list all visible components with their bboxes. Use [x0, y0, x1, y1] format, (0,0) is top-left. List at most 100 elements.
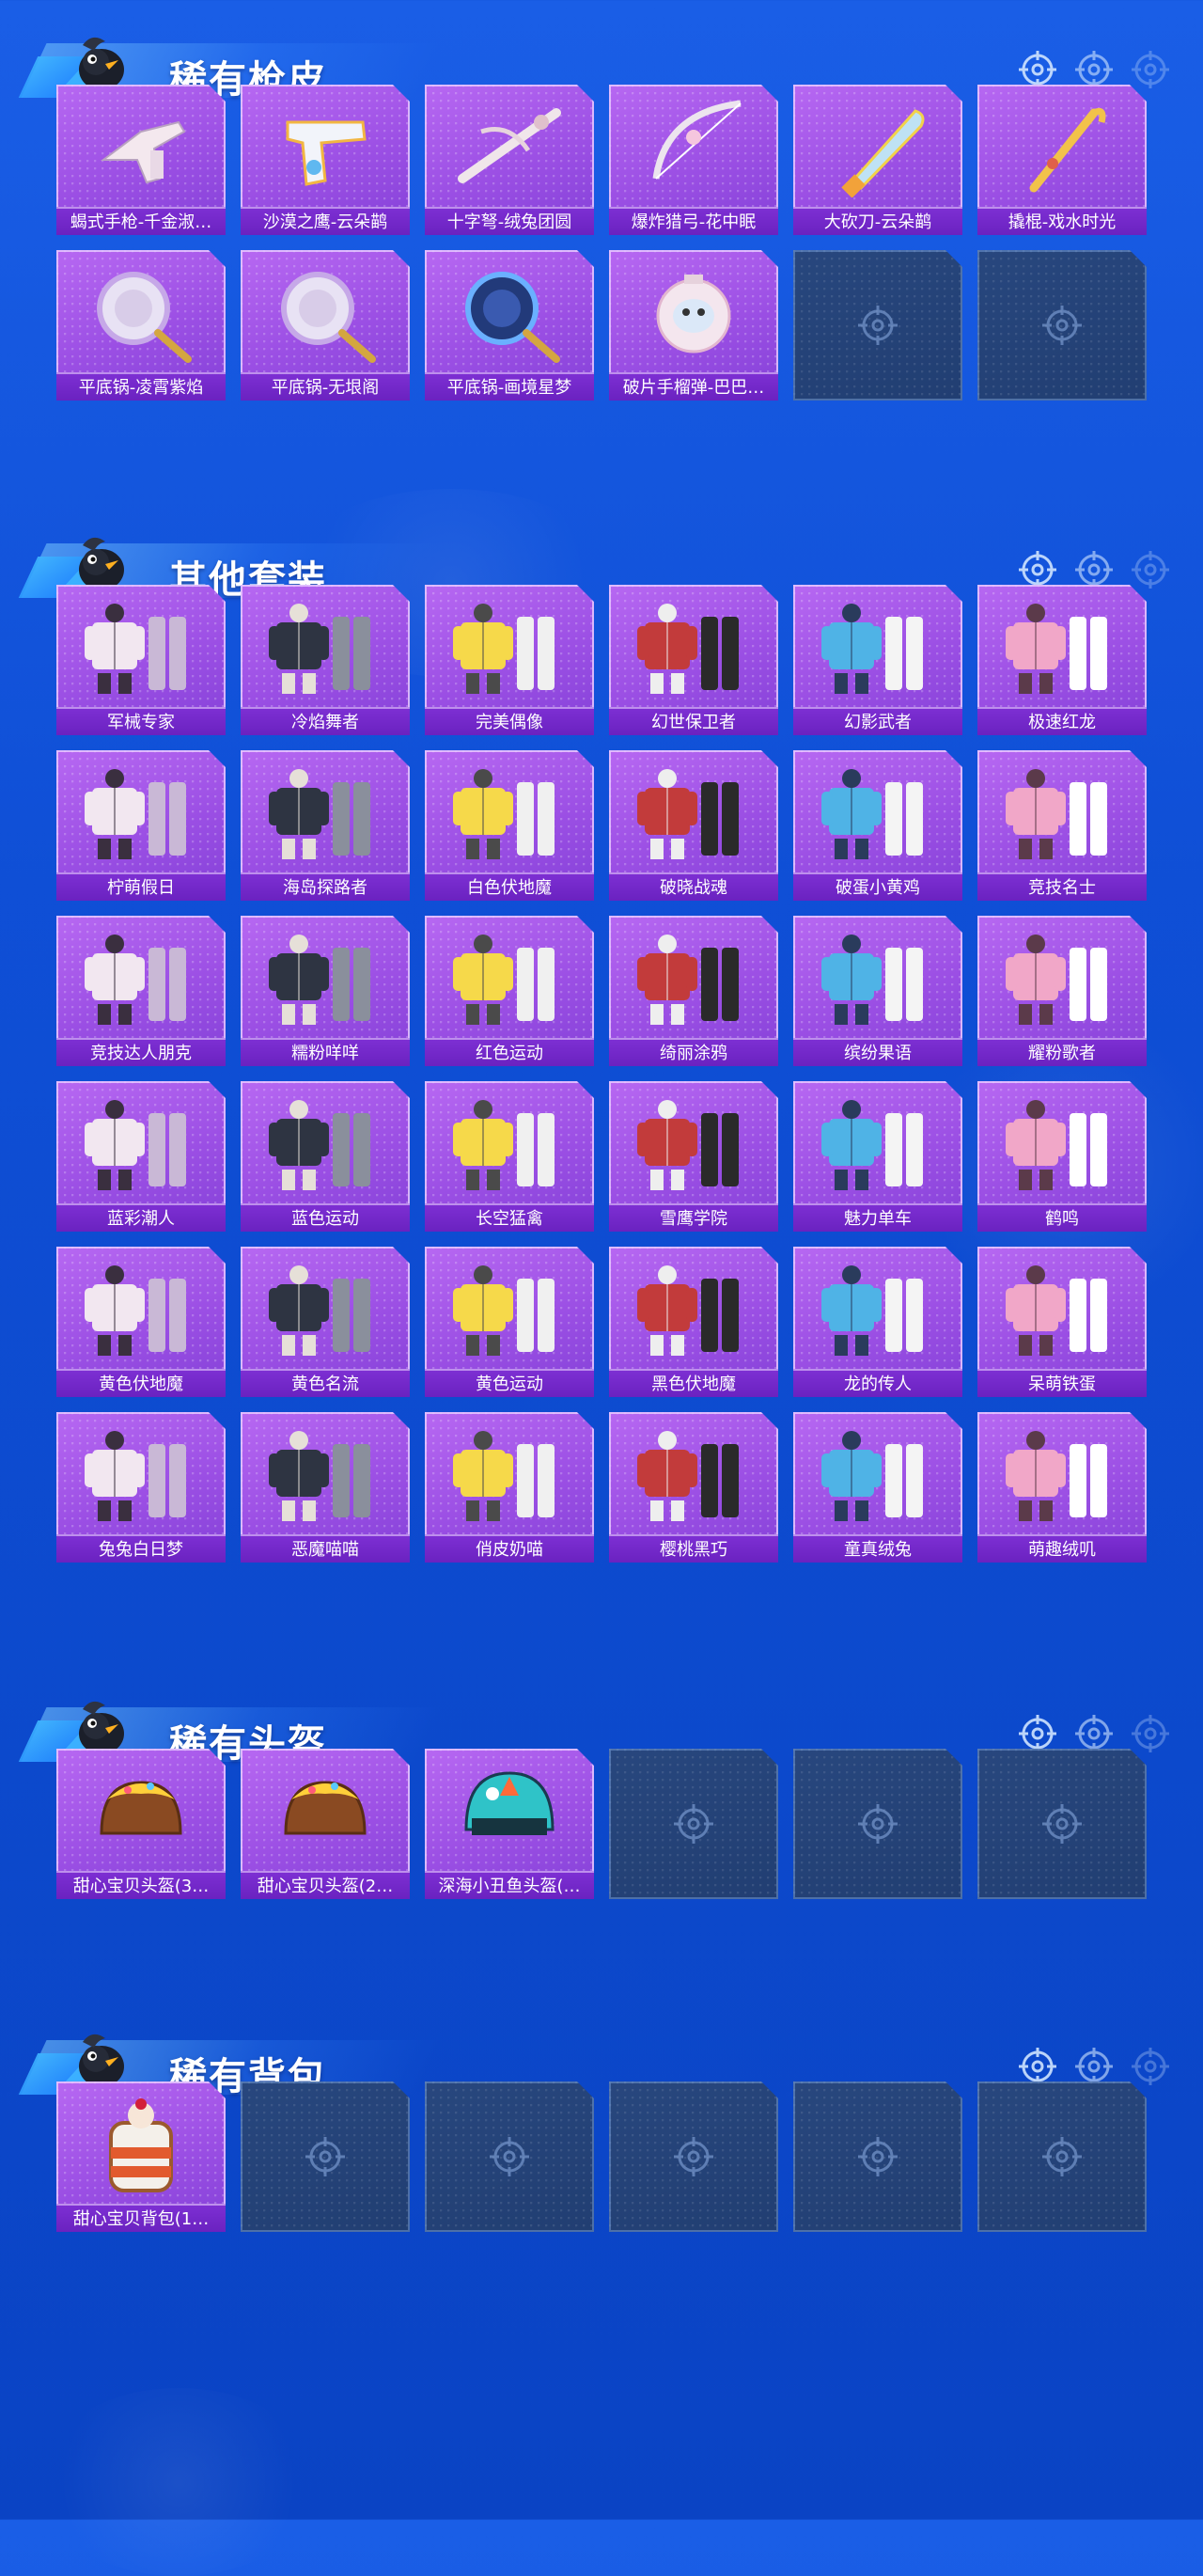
outfit-icon	[269, 604, 370, 694]
item-card[interactable]: 柠萌假日	[56, 750, 226, 901]
item-card[interactable]: 缤纷果语	[793, 916, 962, 1066]
outfit-icon	[453, 1431, 555, 1521]
item-card[interactable]: 冷焰舞者	[241, 585, 410, 735]
item-name: 黄色运动	[425, 1369, 594, 1397]
item-name: 幻影武者	[793, 707, 962, 735]
outfit-icon	[269, 935, 370, 1025]
item-card[interactable]: 萌趣绒叽	[977, 1412, 1147, 1563]
item-name: 破片手榴弹-巴巴…	[609, 372, 778, 401]
item-name: 蓝彩潮人	[56, 1203, 226, 1232]
empty-slot-crosshair-icon	[1042, 306, 1082, 345]
item-card[interactable]: 极速红龙	[977, 585, 1147, 735]
empty-slot-crosshair-icon	[858, 306, 898, 345]
item-card[interactable]: 白色伏地魔	[425, 750, 594, 901]
item-card[interactable]: 黄色运动	[425, 1247, 594, 1397]
item-card[interactable]: 甜心宝贝背包(1…	[56, 2081, 226, 2232]
item-card[interactable]: 黄色伏地魔	[56, 1247, 226, 1397]
item-name: 竞技名士	[977, 872, 1147, 901]
item-card[interactable]: 深海小丑鱼头盔(…	[425, 1749, 594, 1899]
item-card[interactable]: 长空猛禽	[425, 1081, 594, 1232]
helmet-icon	[464, 1771, 555, 1835]
item-name: 鹤鸣	[977, 1203, 1147, 1232]
empty-slot-crosshair-icon	[305, 2137, 345, 2176]
item-card[interactable]: 红色运动	[425, 916, 594, 1066]
empty-slot-crosshair-icon	[490, 2137, 529, 2176]
item-card[interactable]: 破蛋小黄鸡	[793, 750, 962, 901]
item-card[interactable]: 甜心宝贝头盔(3…	[56, 1749, 226, 1899]
item-name: 破晓战魂	[609, 872, 778, 901]
item-card[interactable]: 童真绒兔	[793, 1412, 962, 1563]
item-card[interactable]: 黄色名流	[241, 1247, 410, 1397]
empty-slot-crosshair-icon	[674, 1804, 713, 1844]
outfit-icon	[269, 769, 370, 859]
item-card[interactable]: 蓝色运动	[241, 1081, 410, 1232]
item-name: 沙漠之鹰-云朵鹋	[241, 207, 410, 235]
item-card[interactable]: 竞技名士	[977, 750, 1147, 901]
item-name: 呆萌铁蛋	[977, 1369, 1147, 1397]
item-card[interactable]: 糯粉咩咩	[241, 916, 410, 1066]
item-card[interactable]: 完美偶像	[425, 585, 594, 735]
item-card[interactable]: 俏皮奶喵	[425, 1412, 594, 1563]
item-card[interactable]: 黑色伏地魔	[609, 1247, 778, 1397]
item-grid: 甜心宝贝头盔(3… 甜心宝贝头盔(2… 深海小丑鱼头盔(…	[56, 1749, 1147, 1899]
item-card[interactable]: 耀粉歌者	[977, 916, 1147, 1066]
item-card[interactable]: 幻世保卫者	[609, 585, 778, 735]
item-name: 极速红龙	[977, 707, 1147, 735]
crowbar-icon	[1029, 107, 1106, 193]
item-card[interactable]: 军械专家	[56, 585, 226, 735]
outfit-icon	[637, 769, 739, 859]
item-card[interactable]: 蓝彩潮人	[56, 1081, 226, 1232]
item-card[interactable]: 破片手榴弹-巴巴…	[609, 250, 778, 401]
outfit-icon	[85, 1265, 186, 1356]
outfit-icon	[637, 935, 739, 1025]
outfit-icon	[1006, 1100, 1107, 1190]
item-card[interactable]: 平底锅-画境星梦	[425, 250, 594, 401]
item-card[interactable]: 沙漠之鹰-云朵鹋	[241, 85, 410, 235]
item-name: 大砍刀-云朵鹋	[793, 207, 962, 235]
item-card[interactable]: 甜心宝贝头盔(2…	[241, 1749, 410, 1899]
item-card[interactable]: 蝎式手枪-千金淑…	[56, 85, 226, 235]
item-card[interactable]: 魅力单车	[793, 1081, 962, 1232]
item-card[interactable]: 大砍刀-云朵鹋	[793, 85, 962, 235]
item-name: 兔兔白日梦	[56, 1534, 226, 1563]
item-card[interactable]: 雪鹰学院	[609, 1081, 778, 1232]
outfit-icon	[821, 1265, 923, 1356]
item-name: 撬棍-戏水时光	[977, 207, 1147, 235]
outfit-icon	[1006, 1431, 1107, 1521]
outfit-icon	[637, 1265, 739, 1356]
empty-slot	[977, 1749, 1147, 1899]
item-card[interactable]: 十字弩-绒兔团圆	[425, 85, 594, 235]
item-card[interactable]: 恶魔喵喵	[241, 1412, 410, 1563]
pan-icon	[465, 272, 560, 363]
item-card[interactable]: 兔兔白日梦	[56, 1412, 226, 1563]
outfit-icon	[85, 769, 186, 859]
item-card[interactable]: 幻影武者	[793, 585, 962, 735]
item-name: 俏皮奶喵	[425, 1534, 594, 1563]
outfit-icon	[1006, 1265, 1107, 1356]
item-name: 竞技达人朋克	[56, 1038, 226, 1066]
item-card[interactable]: 爆炸猎弓-花中眠	[609, 85, 778, 235]
item-card[interactable]: 破晓战魂	[609, 750, 778, 901]
item-card[interactable]: 樱桃黑巧	[609, 1412, 778, 1563]
item-name: 柠萌假日	[56, 872, 226, 901]
item-card[interactable]: 平底锅-凌霄紫焰	[56, 250, 226, 401]
item-card[interactable]: 龙的传人	[793, 1247, 962, 1397]
empty-slot	[425, 2081, 594, 2232]
outfit-icon	[269, 1431, 370, 1521]
item-card[interactable]: 呆萌铁蛋	[977, 1247, 1147, 1397]
empty-slot-crosshair-icon	[674, 2137, 713, 2176]
empty-slot	[793, 250, 962, 401]
smg-icon	[101, 120, 186, 184]
grenade-icon	[656, 275, 731, 353]
item-card[interactable]: 鹤鸣	[977, 1081, 1147, 1232]
empty-slot-crosshair-icon	[1042, 1804, 1082, 1844]
item-card[interactable]: 撬棍-戏水时光	[977, 85, 1147, 235]
item-card[interactable]: 平底锅-无垠阁	[241, 250, 410, 401]
item-card[interactable]: 海岛探路者	[241, 750, 410, 901]
item-card[interactable]: 绮丽涂鸦	[609, 916, 778, 1066]
helmet-icon	[284, 1781, 367, 1835]
item-name: 冷焰舞者	[241, 707, 410, 735]
item-card[interactable]: 竞技达人朋克	[56, 916, 226, 1066]
outfit-icon	[1006, 935, 1107, 1025]
item-name: 甜心宝贝头盔(3…	[56, 1871, 226, 1899]
